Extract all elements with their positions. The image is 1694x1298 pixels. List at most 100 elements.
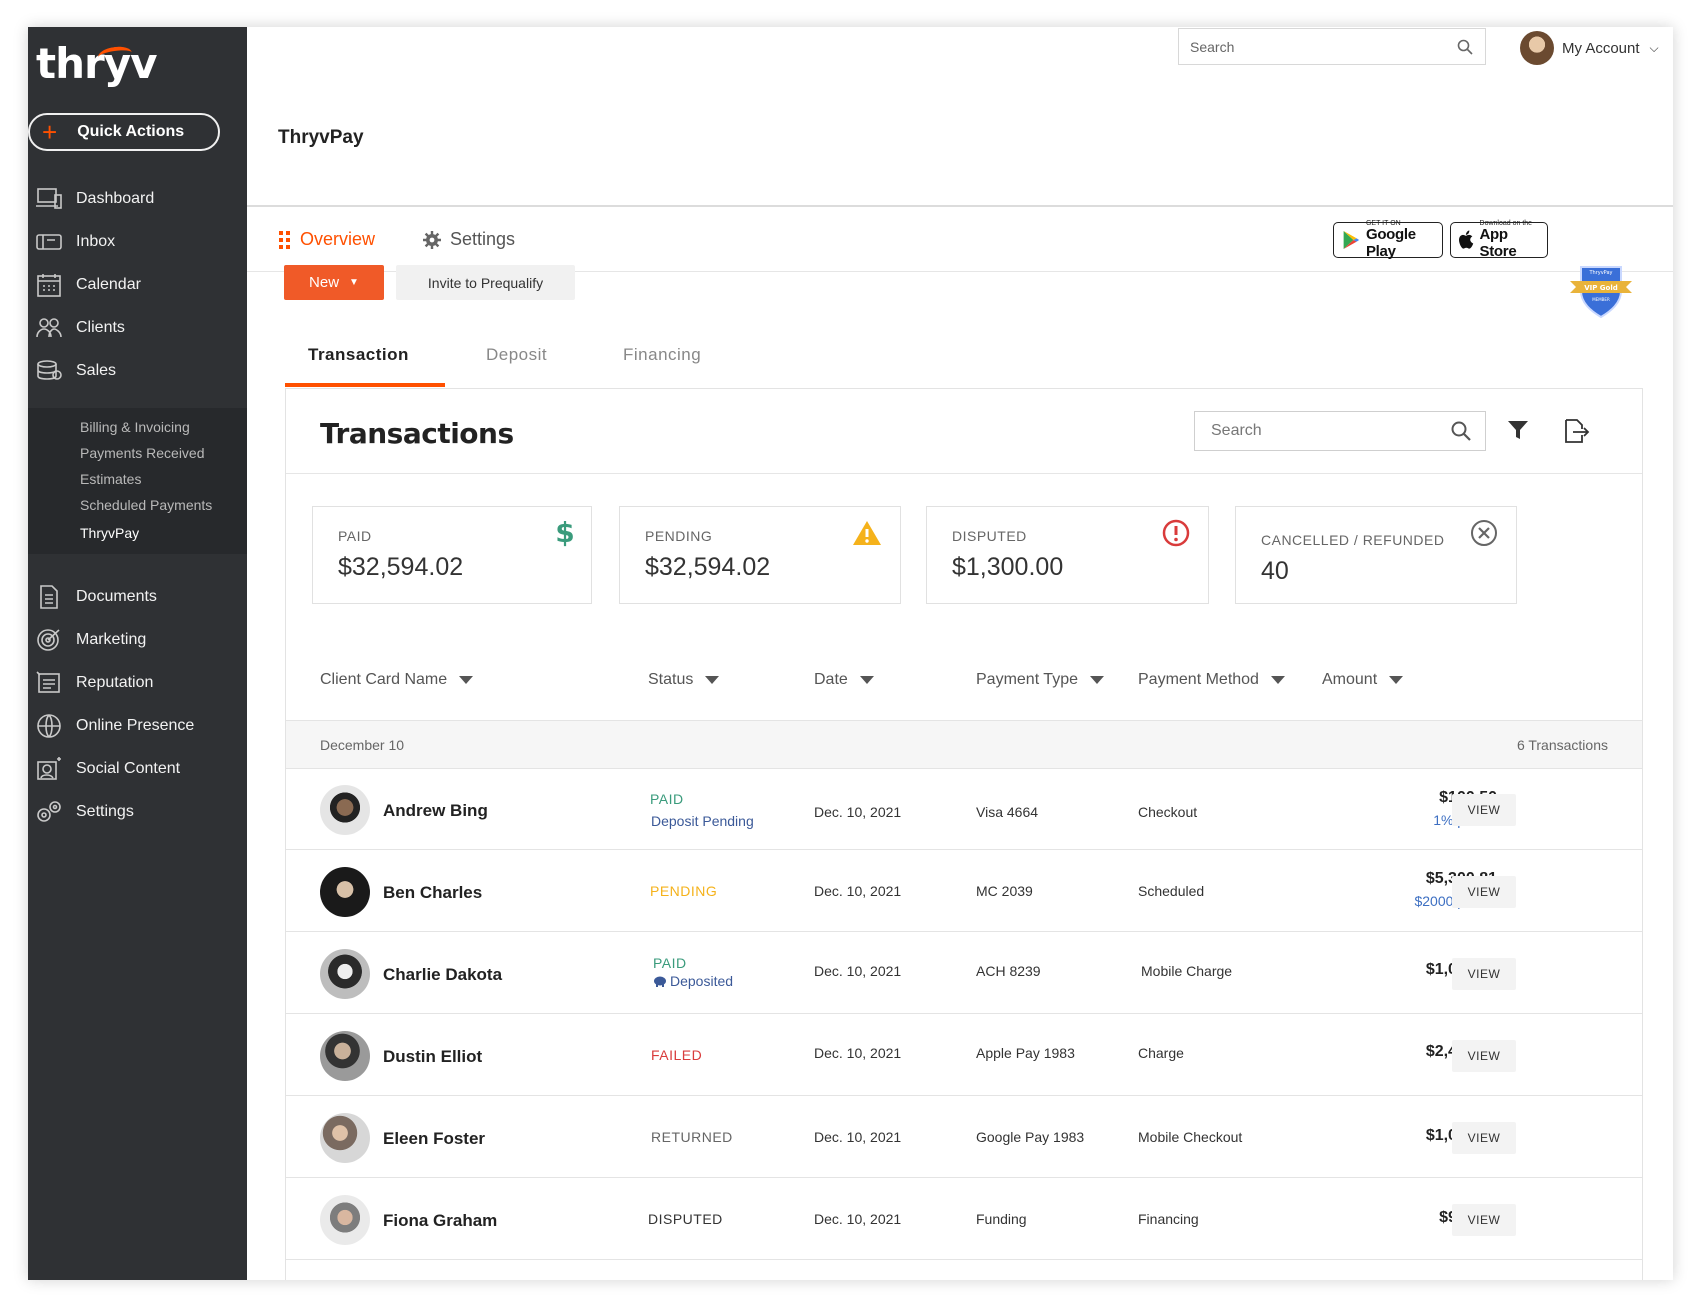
transactions-title: Transactions: [320, 417, 514, 450]
table-row[interactable]: Eleen Foster RETURNED Dec. 10, 2021 Goog…: [286, 1097, 1642, 1178]
view-button[interactable]: VIEW: [1452, 958, 1516, 990]
sort-down-icon: [1089, 676, 1104, 684]
avatar: [320, 1031, 370, 1081]
settings-icon: [32, 798, 66, 826]
subtab-deposit[interactable]: Deposit: [486, 345, 547, 365]
reputation-icon: [32, 669, 66, 697]
avatar: [320, 1113, 370, 1163]
column-payment-method[interactable]: Payment Method: [1138, 671, 1285, 689]
client-name: Ben Charles: [383, 883, 483, 902]
sidebar-item-dashboard[interactable]: Dashboard: [28, 179, 247, 219]
sidebar-item-calendar[interactable]: Calendar: [28, 265, 247, 305]
avatar: [1520, 31, 1554, 65]
account-menu[interactable]: My Account ⌵: [1520, 31, 1659, 65]
status-badge: FAILED: [651, 1047, 703, 1063]
sidebar-item-documents[interactable]: Documents: [28, 577, 247, 617]
chevron-down-icon: ⌵: [1649, 40, 1659, 55]
dashboard-icon: [32, 185, 66, 213]
badge-label: VIP Gold: [1584, 284, 1618, 292]
stat-pending: PENDING $32,594.02: [619, 506, 901, 604]
thryv-logo[interactable]: thryv: [36, 39, 157, 88]
invite-to-prequalify-button[interactable]: Invite to Prequalify: [396, 265, 575, 300]
payment-type-cell: ACH 8239: [976, 963, 1041, 979]
subnav-thryvpay[interactable]: ThryvPay: [80, 525, 139, 541]
view-button[interactable]: VIEW: [1452, 1204, 1516, 1236]
table-row[interactable]: Ben Charles PENDING Dec. 10, 2021 MC 203…: [286, 851, 1642, 932]
date-cell: Dec. 10, 2021: [814, 963, 902, 979]
sidebar: thryv + Quick Actions Dashboard Inbox Ca…: [28, 27, 247, 1280]
column-amount[interactable]: Amount: [1322, 671, 1404, 689]
subnav-scheduled-payments[interactable]: Scheduled Payments: [80, 497, 212, 513]
sidebar-item-social-content[interactable]: Social Content: [28, 749, 247, 789]
column-date[interactable]: Date: [814, 671, 874, 689]
social-icon: [32, 755, 66, 783]
table-row[interactable]: Dustin Elliot FAILED Dec. 10, 2021 Apple…: [286, 1015, 1642, 1096]
sidebar-item-online-presence[interactable]: Online Presence: [28, 706, 247, 746]
sidebar-item-inbox[interactable]: Inbox: [28, 222, 247, 262]
stat-value: 40: [1261, 557, 1289, 585]
tab-settings-label: Settings: [450, 229, 516, 249]
sidebar-item-clients[interactable]: Clients: [28, 308, 247, 348]
table-row[interactable]: Andrew Bing PAID Deposit Pending Dec. 10…: [286, 769, 1642, 850]
avatar: [320, 1195, 370, 1245]
view-button[interactable]: VIEW: [1452, 1040, 1516, 1072]
column-payment-type[interactable]: Payment Type: [976, 671, 1104, 689]
date-group-header: December 10 6 Transactions: [286, 720, 1642, 769]
sort-down-icon: [1389, 676, 1404, 684]
quick-actions-button[interactable]: + Quick Actions: [28, 113, 220, 151]
transactions-search-input[interactable]: Search: [1194, 411, 1486, 451]
client-name: Fiona Graham: [383, 1211, 498, 1230]
svg-text:$: $: [555, 517, 574, 547]
sidebar-item-settings[interactable]: Settings: [28, 792, 247, 832]
column-label: Date: [814, 671, 848, 688]
search-icon: [1451, 421, 1471, 441]
sidebar-item-label: Dashboard: [76, 190, 155, 207]
view-button[interactable]: VIEW: [1452, 794, 1516, 826]
sidebar-item-sales[interactable]: Sales: [28, 351, 247, 391]
app-store-button[interactable]: Download on the App Store: [1450, 220, 1548, 259]
subnav-payments-received[interactable]: Payments Received: [80, 445, 205, 461]
payment-method-cell: Financing: [1138, 1211, 1199, 1227]
sidebar-item-marketing[interactable]: Marketing: [28, 620, 247, 660]
subtab-financing[interactable]: Financing: [623, 345, 701, 365]
sort-down-icon: [705, 676, 720, 684]
client-name: Dustin Elliot: [383, 1047, 483, 1066]
view-button[interactable]: VIEW: [1452, 1122, 1516, 1154]
status-badge: PAID: [653, 955, 687, 971]
date-cell: Dec. 10, 2021: [814, 1129, 902, 1145]
stat-paid: PAID $32,594.02 $: [312, 506, 592, 604]
vip-gold-badge-icon: ThryvPay VIP Gold MEMBER: [1570, 266, 1632, 319]
globe-icon: [32, 712, 66, 740]
column-client-card-name[interactable]: Client Card Name: [320, 671, 474, 689]
plus-icon: +: [42, 117, 58, 147]
google-play-icon: [1343, 231, 1360, 249]
status-badge: PENDING: [650, 883, 718, 899]
sidebar-item-label: Clients: [76, 319, 125, 336]
table-row[interactable]: Fiona Graham DISPUTED Dec. 10, 2021 Fund…: [286, 1179, 1642, 1260]
subtab-transaction[interactable]: Transaction: [308, 345, 409, 365]
status-badge: DISPUTED: [648, 1211, 723, 1227]
sales-submenu: Billing & Invoicing Payments Received Es…: [28, 408, 247, 554]
google-play-button[interactable]: GET IT ON Google Play: [1333, 220, 1443, 259]
column-status[interactable]: Status: [648, 671, 720, 689]
table-row[interactable]: Charlie Dakota PAID Deposited Dec. 10, 2…: [286, 933, 1642, 1014]
payment-type-cell: Visa 4664: [976, 804, 1039, 820]
grid-icon: [279, 230, 290, 249]
subnav-billing-invoicing[interactable]: Billing & Invoicing: [80, 419, 190, 435]
new-button-label: New: [309, 274, 340, 291]
new-button[interactable]: New ▼: [284, 265, 384, 300]
global-search-input[interactable]: Search: [1178, 28, 1486, 65]
dollar-icon: $: [555, 517, 574, 547]
tab-settings[interactable]: Settings: [423, 229, 515, 250]
payment-type-cell: Funding: [976, 1211, 1027, 1227]
app-frame: thryv + Quick Actions Dashboard Inbox Ca…: [28, 27, 1673, 1280]
subnav-estimates[interactable]: Estimates: [80, 471, 141, 487]
sort-down-icon: [859, 676, 874, 684]
tab-overview[interactable]: Overview: [279, 229, 375, 250]
badge-bottom: MEMBER: [1592, 297, 1610, 302]
view-button[interactable]: VIEW: [1452, 876, 1516, 908]
filter-icon[interactable]: [1506, 418, 1530, 442]
status-detail: Deposit Pending: [651, 813, 754, 829]
sidebar-item-reputation[interactable]: Reputation: [28, 663, 247, 703]
export-icon[interactable]: [1562, 418, 1590, 444]
